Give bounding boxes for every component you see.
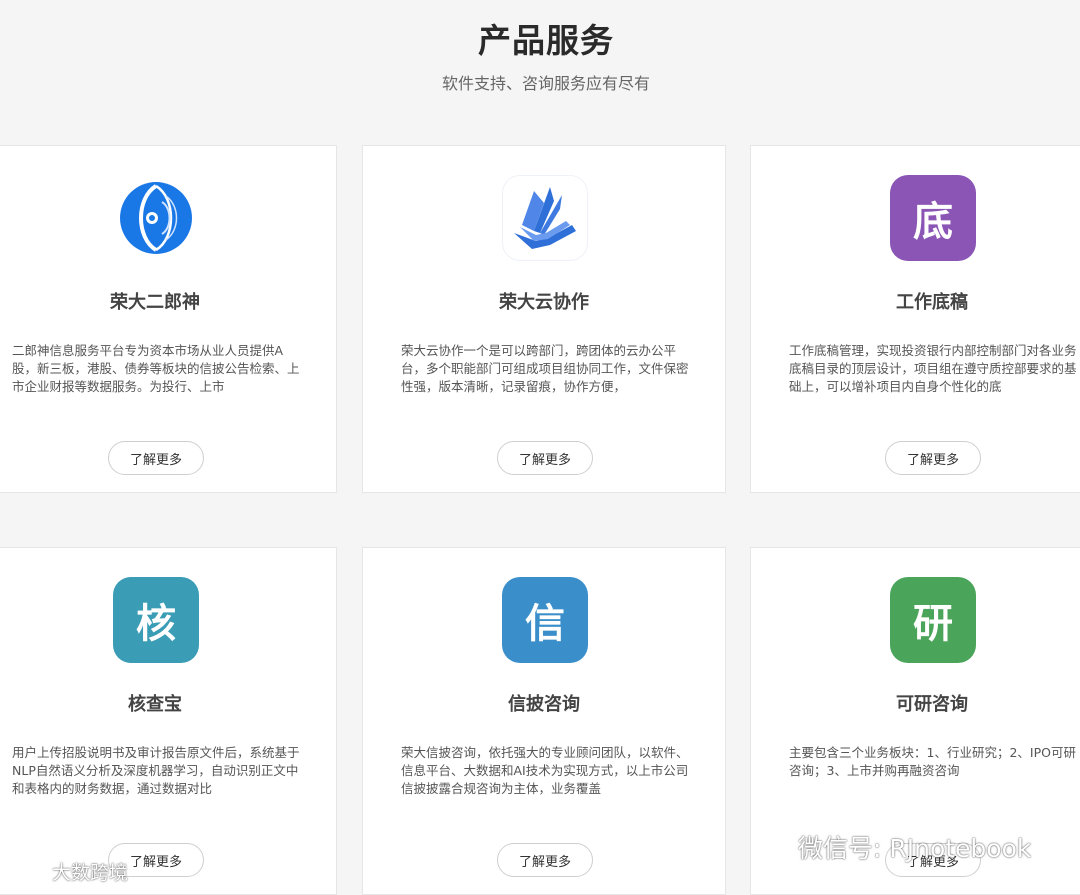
learn-more-button[interactable]: 了解更多 — [885, 441, 981, 475]
card-title: 工作底稿 — [896, 292, 968, 313]
product-card-erlangshen: 荣大二郎神 二郎神信息服务平台专为资本市场从业人员提供A股，新三板，港股、债券等… — [0, 145, 337, 493]
product-card-cloud-collab: 荣大云协作 荣大云协作一个是可以跨部门，跨团体的云办公平台，多个职能部门可组成项… — [362, 145, 726, 493]
watermark-left: 大数跨境 — [8, 858, 128, 885]
product-card-disclosure-consulting: 信 信披咨询 荣大信披咨询，依托强大的专业顾问团队，以软件、信息平台、大数据和A… — [362, 547, 726, 895]
learn-more-button[interactable]: 了解更多 — [497, 843, 593, 877]
card-title: 可研咨询 — [896, 694, 968, 715]
card-description: 主要包含三个业务板块：1、行业研究；2、IPO可研咨询；3、上市并购再融资咨询 — [789, 745, 1076, 778]
card-description: 工作底稿管理，实现投资银行内部控制部门对各业务底稿目录的顶层设计，项目组在遵守质… — [789, 343, 1077, 394]
wechat-icon — [752, 828, 792, 866]
product-card-verification: 核 核查宝 用户上传招股说明书及审计报告原文件后，系统基于NLP自然语义分析及深… — [0, 547, 337, 895]
product-card-working-papers: 底 工作底稿 工作底稿管理，实现投资银行内部控制部门对各业务底稿目录的顶层设计，… — [750, 145, 1080, 493]
card-description: 二郎神信息服务平台专为资本市场从业人员提供A股，新三板，港股、债券等板块的信披公… — [12, 343, 300, 394]
watermark-logo-icon — [8, 858, 48, 885]
card-description: 用户上传招股说明书及审计报告原文件后，系统基于NLP自然语义分析及深度机器学习，… — [12, 745, 300, 796]
working-papers-icon: 底 — [890, 175, 976, 261]
card-title: 荣大二郎神 — [110, 292, 200, 313]
page-subtitle: 软件支持、咨询服务应有尽有 — [441, 74, 650, 93]
disclosure-consulting-icon: 信 — [502, 577, 588, 663]
learn-more-button[interactable]: 了解更多 — [497, 441, 593, 475]
card-description: 荣大信披咨询，依托强大的专业顾问团队，以软件、信息平台、大数据和AI技术为实现方… — [401, 745, 689, 796]
card-description: 荣大云协作一个是可以跨部门，跨团体的云办公平台，多个职能部门可组成项目组协同工作… — [401, 343, 689, 394]
card-title: 荣大云协作 — [499, 292, 589, 313]
erlangshen-eye-icon — [113, 175, 199, 261]
card-title: 信披咨询 — [508, 694, 580, 715]
verification-icon: 核 — [113, 577, 199, 663]
watermark-right: 微信号: RJnotebook — [752, 828, 1031, 866]
cloud-collab-book-icon — [502, 175, 588, 261]
page-title: 产品服务 — [478, 21, 614, 60]
card-title: 核查宝 — [128, 694, 182, 715]
feasibility-consulting-icon: 研 — [890, 577, 976, 663]
learn-more-button[interactable]: 了解更多 — [108, 441, 204, 475]
